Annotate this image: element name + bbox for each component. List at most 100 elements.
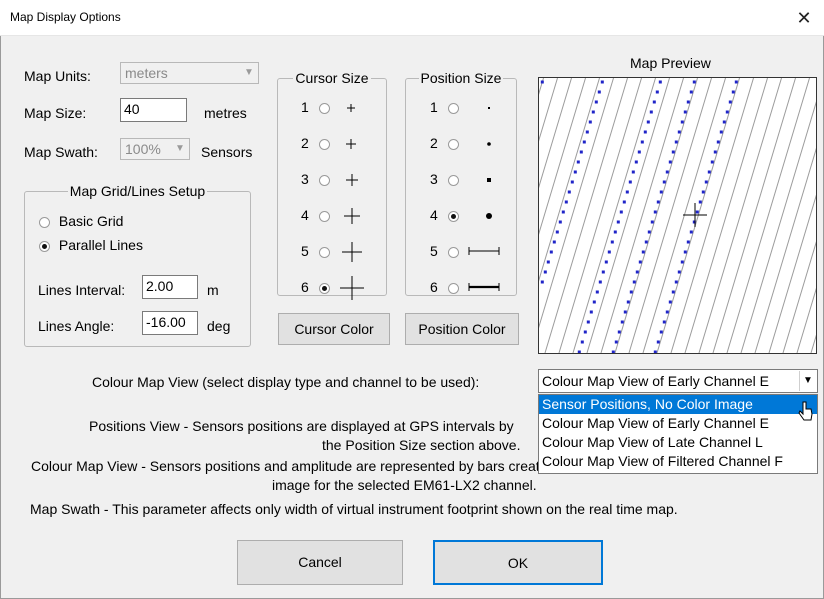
grid-line [600, 78, 684, 353]
sensor-position-dot [725, 110, 729, 114]
sensor-position-dot [653, 350, 657, 353]
grid-line [539, 78, 544, 95]
grid-line [539, 78, 586, 235]
sensor-position-dot [640, 140, 644, 144]
cursor-size-option-3[interactable]: 3 [301, 171, 330, 187]
position-size-group: Position Size [405, 70, 517, 296]
sensor-position-dot [674, 280, 678, 284]
position-color-button[interactable]: Position Color [405, 313, 519, 345]
radio-button-icon [318, 210, 330, 222]
cursor-size-option-4[interactable]: 4 [301, 207, 330, 223]
position-size-option-2[interactable]: 2 [430, 135, 459, 151]
sensor-position-dot [698, 200, 702, 204]
cursor-preview-icon [347, 104, 355, 112]
grid-line [796, 287, 816, 353]
cursor-size-option-1[interactable]: 1 [301, 99, 330, 115]
radio-button-icon [318, 102, 330, 114]
dropdown-option[interactable]: Colour Map View of Late Channel L [539, 433, 817, 452]
sensor-position-dot [728, 100, 732, 104]
sensor-position-dot [646, 120, 650, 124]
radio-basic-grid[interactable]: Basic Grid [39, 213, 123, 229]
position-size-option-6[interactable]: 6 [430, 279, 459, 295]
sensor-position-dot [713, 150, 717, 154]
sensor-position-dot [704, 180, 708, 184]
lines-interval-input[interactable]: 2.00 [142, 275, 198, 299]
cursor-size-option-2[interactable]: 2 [301, 135, 330, 151]
window-title: Map Display Options [10, 10, 121, 24]
close-icon[interactable]: ✕ [784, 0, 824, 36]
position-size-option-1[interactable]: 1 [430, 99, 459, 115]
sensor-position-dot [653, 210, 657, 214]
cursor-size-group: Cursor Size [277, 70, 387, 296]
colour-description-line2: image for the selected EM61-LX2 channel. [272, 477, 537, 493]
cursor-size-number: 6 [301, 279, 309, 295]
position-size-option-4[interactable]: 4 [430, 207, 459, 223]
sensor-position-dot [650, 220, 654, 224]
radio-button-icon [447, 174, 459, 186]
lines-angle-input[interactable]: -16.00 [142, 311, 198, 335]
radio-button-icon [447, 102, 459, 114]
sensor-position-dot [683, 250, 687, 254]
dropdown-option[interactable]: Colour Map View of Early Channel E [539, 414, 817, 433]
sensor-position-dot [580, 340, 584, 344]
sensor-position-dot [595, 290, 599, 294]
radio-parallel-lines[interactable]: Parallel Lines [39, 237, 143, 253]
map-units-select[interactable]: meters ▼ [120, 62, 259, 84]
sensor-position-dot [652, 100, 656, 104]
sensor-position-dot [656, 200, 660, 204]
sensor-position-dot [689, 230, 693, 234]
cursor-size-option-6[interactable]: 6 [301, 279, 330, 295]
cancel-button[interactable]: Cancel [237, 540, 403, 585]
radio-button-checked-icon [318, 282, 330, 294]
radio-button-icon [447, 282, 459, 294]
sensor-position-dot [637, 150, 641, 154]
sensor-position-dot [689, 90, 693, 94]
position-dot-icon [487, 142, 491, 146]
map-preview [538, 77, 817, 354]
position-size-number: 1 [430, 99, 438, 115]
sensor-position-dot [647, 230, 651, 234]
sensor-position-dot [638, 260, 642, 264]
position-size-option-5[interactable]: 5 [430, 243, 459, 259]
cursor-size-number: 5 [301, 243, 309, 259]
lines-interval-label: Lines Interval: [38, 282, 126, 298]
ok-button[interactable]: OK [433, 540, 603, 585]
cursor-size-option-5[interactable]: 5 [301, 243, 330, 259]
sensor-position-dot [540, 80, 544, 84]
cursor-color-button[interactable]: Cursor Color [278, 313, 390, 345]
lines-angle-label: Lines Angle: [38, 318, 115, 334]
sensor-position-dot [722, 120, 726, 124]
sensor-position-dot [707, 170, 711, 174]
grid-line [754, 147, 816, 353]
sensor-position-dot [558, 220, 562, 224]
sensor-position-dot [659, 330, 663, 334]
colour-map-dropdown-list: Sensor Positions, No Color Image Colour … [538, 394, 818, 474]
radio-button-icon [318, 138, 330, 150]
map-swath-select[interactable]: 100% ▼ [120, 138, 190, 160]
colour-map-select[interactable]: Colour Map View of Early Channel E ▼ [538, 369, 818, 393]
map-units-value: meters [125, 65, 168, 81]
sensor-position-dot [626, 300, 630, 304]
dropdown-option[interactable]: Sensor Positions, No Color Image [539, 395, 817, 414]
sensor-position-dot [625, 190, 629, 194]
sensor-position-dot [671, 150, 675, 154]
sensor-position-dot [617, 330, 621, 334]
map-size-input[interactable]: 40 [120, 98, 187, 122]
position-size-title: Position Size [420, 70, 502, 86]
radio-button-checked-icon [447, 210, 459, 222]
sensor-position-dot [592, 300, 596, 304]
map-size-label: Map Size: [24, 105, 87, 121]
cursor-preview-icon [346, 139, 356, 149]
dialog-body: Map Units: meters ▼ Map Size: 40 metres … [0, 36, 824, 599]
cursor-preview-icon [342, 242, 362, 262]
sensor-position-dot [719, 130, 723, 134]
dropdown-option[interactable]: Colour Map View of Filtered Channel F [539, 452, 817, 471]
sensor-position-dot [631, 170, 635, 174]
radio-button-icon [447, 138, 459, 150]
position-size-option-3[interactable]: 3 [430, 171, 459, 187]
sensor-position-dot [582, 140, 586, 144]
sensor-position-dot [573, 170, 577, 174]
sensor-position-dot [668, 300, 672, 304]
chevron-down-icon[interactable]: ▼ [799, 371, 816, 391]
title-bar: Map Display Options ✕ [0, 0, 824, 36]
